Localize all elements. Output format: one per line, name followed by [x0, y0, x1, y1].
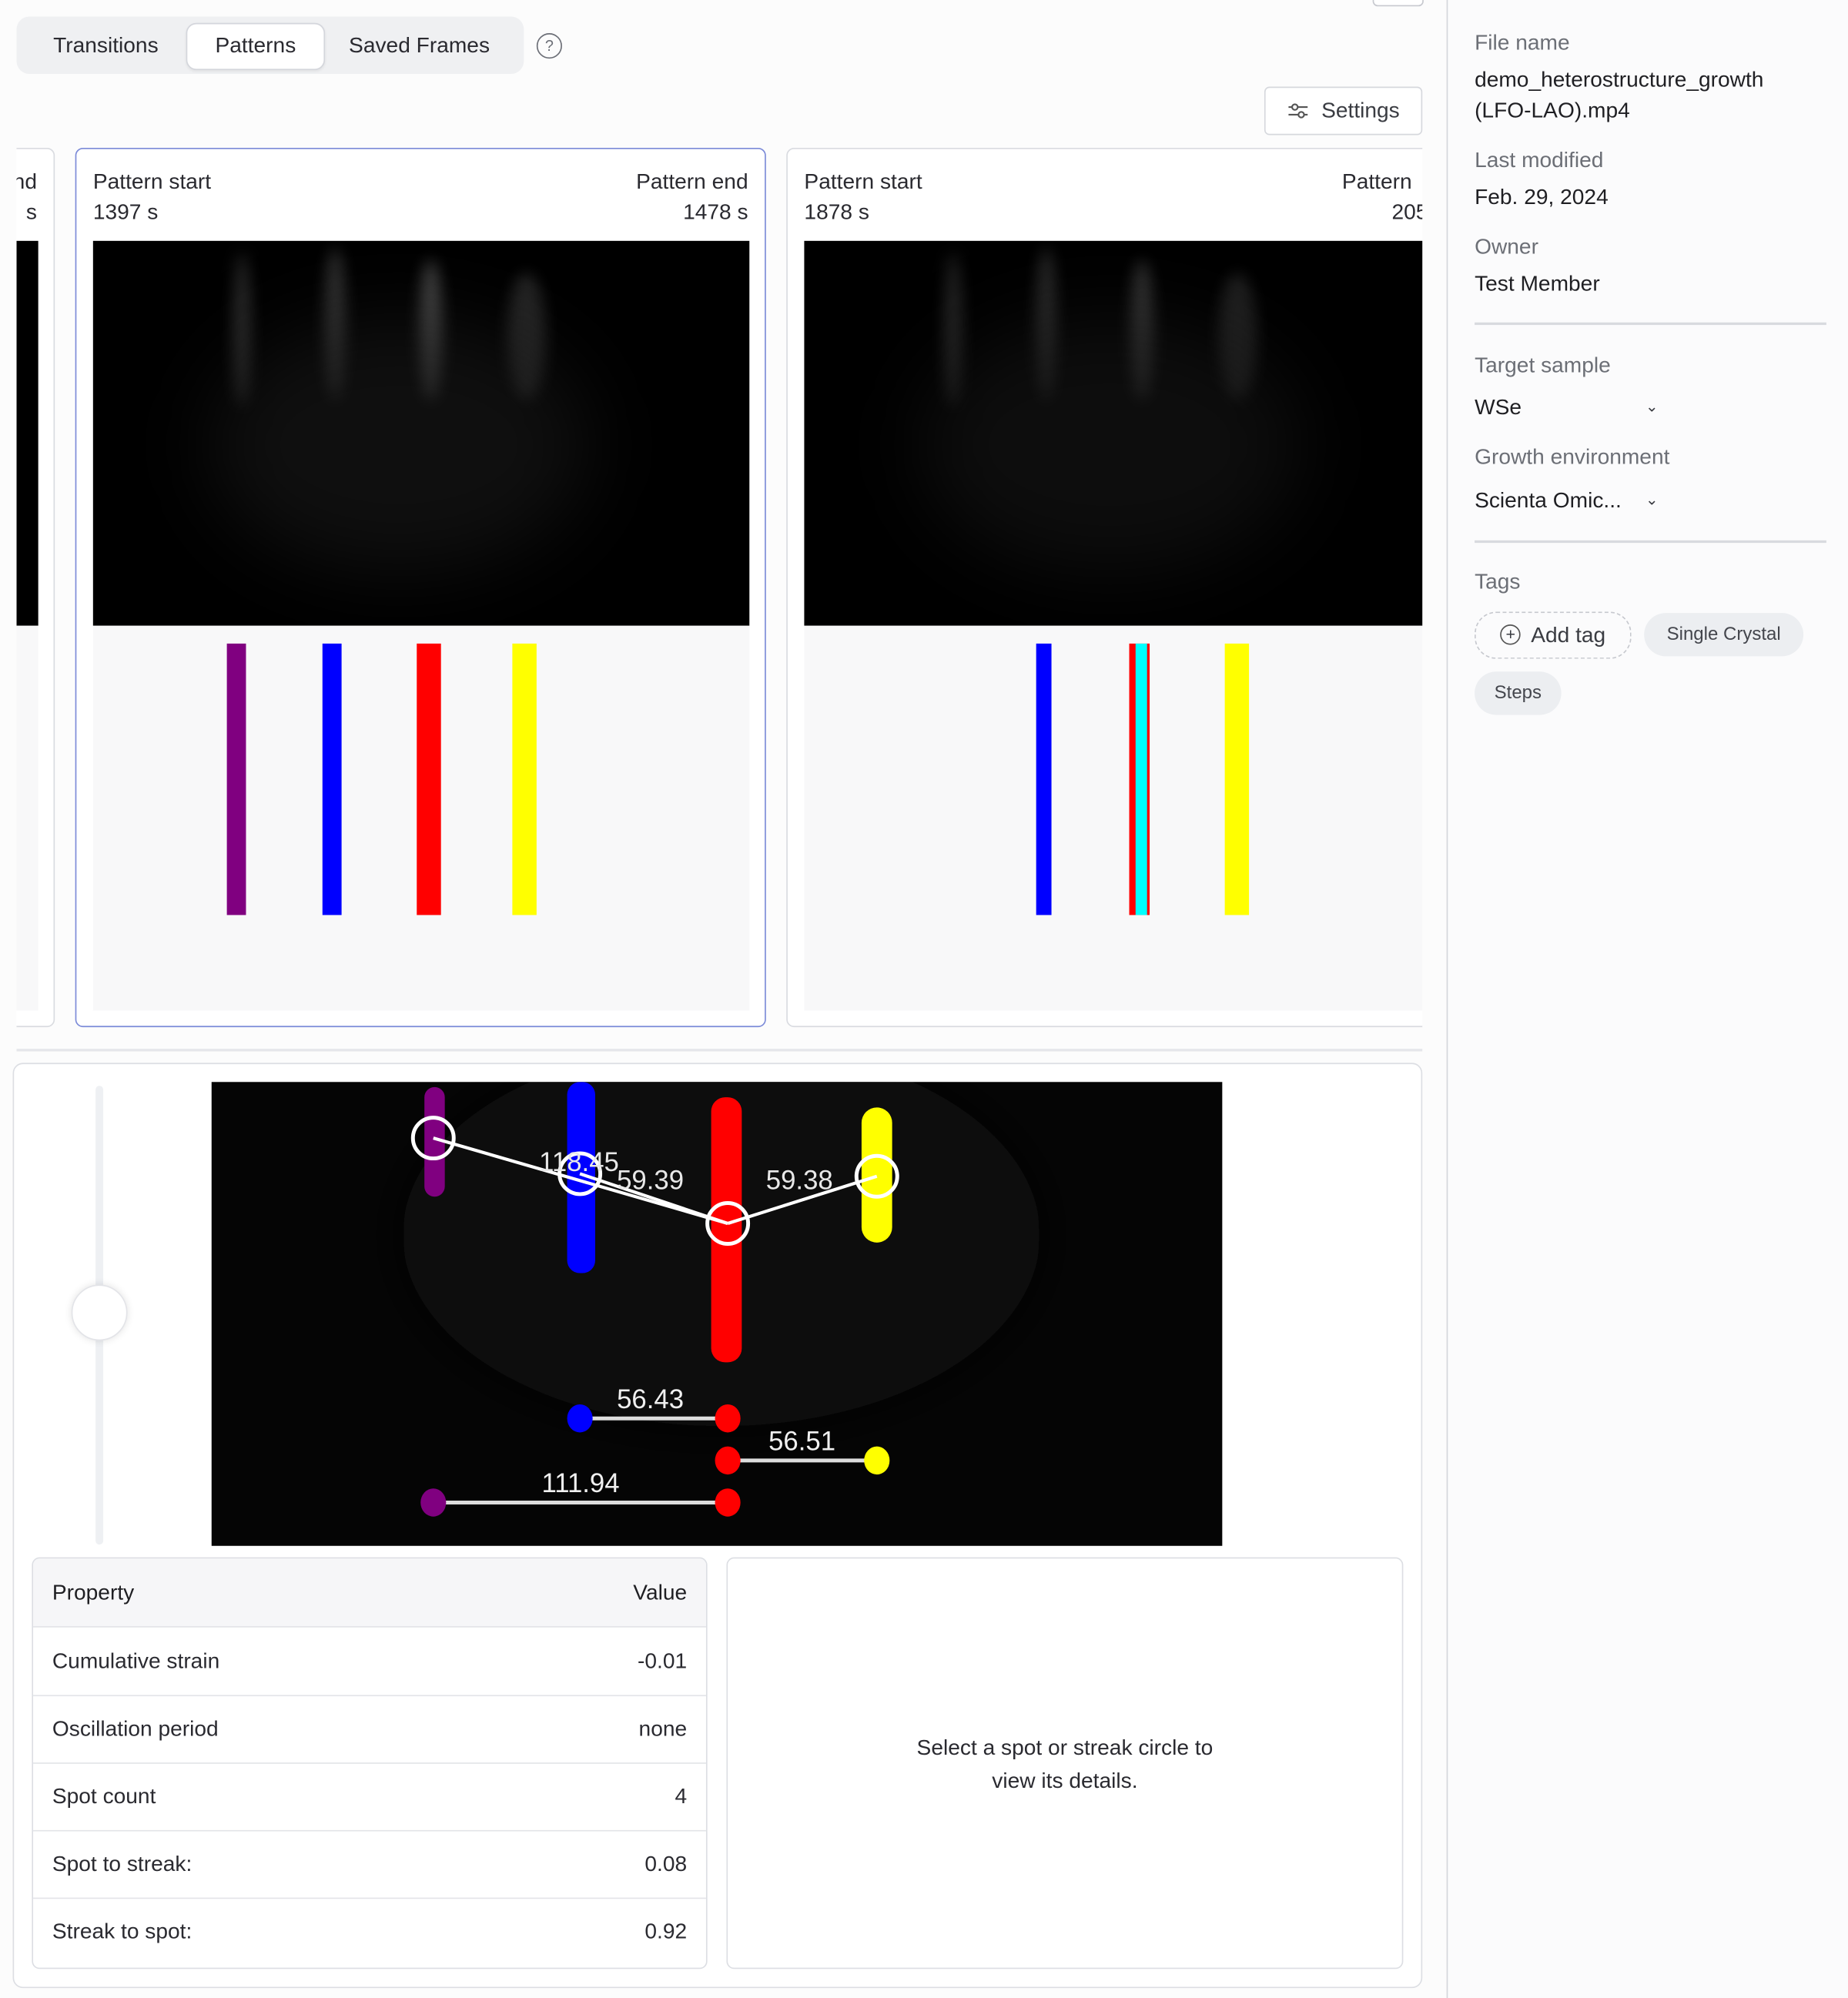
property-value: 0.92 [644, 1919, 688, 1944]
pattern-stripes [804, 625, 1423, 1011]
last-modified-value: Feb. 29, 2024 [1475, 185, 1609, 209]
stripe-blue [322, 643, 342, 915]
spot-analysis-image: 118.45 59.39 59.38 56.43 56.51 111.94 [211, 1043, 1223, 1546]
pattern-stripes [16, 625, 38, 1011]
growth-env-label: Growth environment [1475, 444, 1670, 470]
property-value: 0.08 [644, 1852, 688, 1876]
pattern-card-partial[interactable]: nd s [16, 148, 55, 1028]
tags-label: Tags [1475, 569, 1521, 594]
pattern-card[interactable]: Pattern start 1878 s Pattern 205 [786, 148, 1423, 1028]
pattern-end-label: Pattern [1341, 169, 1412, 194]
table-row: Streak to spot: 0.92 [33, 1898, 706, 1966]
pattern-start-label: Pattern start [92, 169, 212, 194]
stripe-blue [1036, 643, 1052, 915]
rheed-pattern-image [92, 240, 750, 626]
owner-value: Test Member [1475, 271, 1600, 296]
pattern-start-value: 1878 s [804, 199, 869, 225]
stripe-yellow [512, 643, 537, 915]
pattern-start-label: Pattern start [804, 169, 922, 194]
property-name: Spot to streak: [52, 1852, 192, 1876]
section-divider [16, 1049, 1423, 1052]
streak-dot-purple[interactable] [420, 1488, 447, 1517]
property-name: Spot count [52, 1784, 156, 1809]
sidebar-divider [1475, 322, 1826, 325]
stripe-purple [226, 643, 246, 915]
property-value: none [638, 1716, 688, 1742]
rheed-pattern-image [804, 240, 1423, 626]
pattern-stripes [92, 625, 750, 1011]
streak-dot-yellow[interactable] [864, 1446, 890, 1475]
add-tag-button[interactable]: + Add tag [1475, 611, 1632, 659]
streak-dot-blue[interactable] [567, 1404, 593, 1433]
streak-dot-red[interactable] [715, 1488, 741, 1517]
pattern-carousel: nd s Pattern start 1397 s Pattern end 14… [16, 142, 1423, 1035]
tab-patterns[interactable]: Patterns [186, 22, 326, 71]
last-modified-label: Last modified [1475, 148, 1604, 172]
stripe-red [417, 643, 441, 915]
target-sample-value: WSe [1475, 395, 1522, 420]
header-property: Property [52, 1580, 135, 1605]
file-info-sidebar: File name demo_heterostructure_growth (L… [1446, 0, 1848, 1998]
target-sample-select[interactable]: WSe ⌄ [1475, 395, 1666, 420]
growth-env-value: Scienta Omic... [1475, 487, 1622, 513]
properties-table: Property Value Cumulative strain -0.01 O… [32, 1557, 708, 1970]
settings-label: Settings [1321, 98, 1400, 122]
pattern-end-value: 205 [1391, 199, 1422, 225]
spot-analysis-overlay: 118.45 59.39 59.38 56.43 56.51 111.94 [403, 1043, 1040, 1517]
chevron-down-icon: ⌄ [1645, 490, 1659, 509]
table-row: Spot to streak: 0.08 [33, 1830, 706, 1899]
settings-button[interactable]: Settings [1264, 86, 1423, 136]
stripe-cyan [1135, 643, 1147, 915]
sidebar-divider [1475, 540, 1826, 543]
spot-distance-label: 118.45 [539, 1148, 619, 1177]
table-row: Cumulative strain -0.01 [33, 1628, 706, 1697]
tab-saved-frames[interactable]: Saved Frames [330, 23, 509, 68]
spot-distance-label: 59.39 [617, 1166, 684, 1195]
header-value: Value [633, 1580, 688, 1605]
table-row: Oscillation period none [33, 1695, 706, 1764]
plus-circle-icon: + [1500, 624, 1521, 645]
streak-distance-label: 56.43 [617, 1385, 684, 1414]
table-header: Property Value [33, 1558, 706, 1628]
property-name: Streak to spot: [52, 1919, 192, 1944]
property-name: Cumulative strain [52, 1648, 220, 1674]
target-sample-label: Target sample [1475, 353, 1611, 377]
file-name-line1: demo_heterostructure_growth [1475, 67, 1764, 92]
streak-dot-red[interactable] [715, 1446, 741, 1475]
streak-yellow[interactable] [861, 1107, 892, 1243]
spot-detail-panel: Select a spot or streak circle to view i… [726, 1557, 1404, 1970]
property-value: -0.01 [638, 1648, 688, 1674]
streak-distance-label: 56.51 [768, 1427, 835, 1457]
spot-distance-label: 59.38 [766, 1166, 833, 1195]
view-tabs: Transitions Patterns Saved Frames [16, 16, 524, 75]
growth-env-select[interactable]: Scienta Omic... ⌄ [1475, 488, 1666, 514]
sliders-icon [1288, 103, 1307, 119]
streak-dot-red[interactable] [715, 1404, 741, 1433]
property-name: Oscillation period [52, 1716, 219, 1742]
detail-placeholder: Select a spot or streak circle to view i… [916, 1735, 1214, 1793]
pattern-end-label: nd [17, 169, 38, 194]
add-tag-label: Add tag [1531, 623, 1606, 648]
pattern-card[interactable]: Pattern start 1397 s Pattern end 1478 s [75, 148, 766, 1028]
top-button-edge[interactable] [1372, 0, 1424, 7]
property-value: 4 [675, 1784, 688, 1809]
pattern-start-value: 1397 s [92, 199, 159, 225]
table-row: Spot count 4 [33, 1762, 706, 1832]
help-icon[interactable]: ? [536, 33, 562, 59]
streak-distance-label: 111.94 [541, 1469, 619, 1498]
pattern-end-value: s [25, 199, 38, 225]
pattern-end-value: 1478 s [683, 199, 748, 225]
owner-label: Owner [1475, 234, 1538, 259]
tag-chip[interactable]: Steps [1475, 671, 1562, 715]
chevron-down-icon: ⌄ [1645, 397, 1659, 416]
tab-transitions[interactable]: Transitions [32, 23, 179, 68]
file-name-label: File name [1475, 30, 1570, 55]
frame-slider-handle[interactable] [71, 1284, 128, 1341]
tag-chip[interactable]: Single Crystal [1644, 613, 1804, 657]
stripe-yellow [1224, 643, 1250, 915]
file-name-line2: (LFO-LAO).mp4 [1475, 98, 1630, 122]
streak-red[interactable] [711, 1097, 742, 1363]
pattern-image [16, 240, 38, 626]
pattern-end-label: Pattern end [636, 169, 748, 194]
